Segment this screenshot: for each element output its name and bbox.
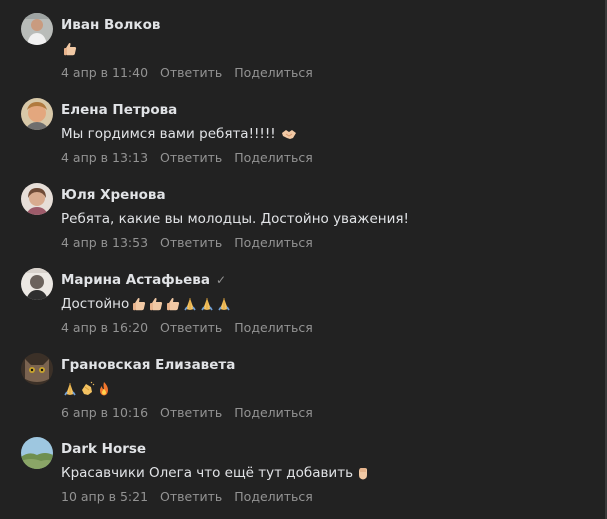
fire-icon xyxy=(96,381,112,397)
comment-item: Марина Астафьева ✓ Достойно 4 апр в 16:2… xyxy=(0,255,604,340)
comment-item: Грановская Елизавета 6 апр в 10:16 Ответ… xyxy=(0,340,604,425)
thumbs-up-icon xyxy=(165,296,181,312)
comment-text: Ребята, какие вы молодцы. Достойно уваже… xyxy=(61,208,409,230)
clapping-hands-icon xyxy=(79,381,95,397)
comment-author[interactable]: Марина Астафьева xyxy=(61,272,210,288)
reply-button[interactable]: Ответить xyxy=(160,320,222,335)
thumbs-up-icon xyxy=(62,41,78,57)
verified-icon: ✓ xyxy=(215,273,226,287)
comment-text-content: Мы гордимся вами ребята!!!!! xyxy=(61,126,276,142)
comment-date[interactable]: 4 апр в 11:40 xyxy=(61,65,148,80)
handshake-icon xyxy=(281,126,297,142)
thumbs-up-icon xyxy=(131,296,147,312)
comment-item: Юля Хренова Ребята, какие вы молодцы. До… xyxy=(0,170,604,255)
comment-item: Иван Волков 4 апр в 11:40 Ответить Подел… xyxy=(0,0,604,85)
comment-item: Елена Петрова Мы гордимся вами ребята!!!… xyxy=(0,85,604,170)
share-button[interactable]: Поделиться xyxy=(234,320,313,335)
comment-author[interactable]: Иван Волков xyxy=(61,17,160,33)
comment-text: Достойно xyxy=(61,293,232,315)
thumbs-up-icon xyxy=(148,296,164,312)
comment-author[interactable]: Грановская Елизавета xyxy=(61,357,235,373)
share-button[interactable]: Поделиться xyxy=(234,150,313,165)
share-button[interactable]: Поделиться xyxy=(234,405,313,420)
comment-text: Мы гордимся вами ребята!!!!! xyxy=(61,123,297,145)
reply-button[interactable]: Ответить xyxy=(160,235,222,250)
folded-hands-icon xyxy=(182,296,198,312)
comment-author[interactable]: Юля Хренова xyxy=(61,187,166,203)
avatar[interactable] xyxy=(21,98,53,130)
reply-button[interactable]: Ответить xyxy=(160,489,222,504)
comment-text xyxy=(61,378,112,400)
share-button[interactable]: Поделиться xyxy=(234,65,313,80)
folded-hands-icon xyxy=(199,296,215,312)
share-button[interactable]: Поделиться xyxy=(234,235,313,250)
avatar[interactable] xyxy=(21,183,53,215)
share-button[interactable]: Поделиться xyxy=(234,489,313,504)
reply-button[interactable]: Ответить xyxy=(160,150,222,165)
comment-date[interactable]: 10 апр в 5:21 xyxy=(61,489,148,504)
comment-text-content: Достойно xyxy=(61,296,130,312)
avatar[interactable] xyxy=(21,353,53,385)
comment-item: Dark Horse Красавчики Олега что ещё тут … xyxy=(0,424,604,509)
reply-button[interactable]: Ответить xyxy=(160,405,222,420)
avatar[interactable] xyxy=(21,268,53,300)
comment-text-content: Ребята, какие вы молодцы. Достойно уваже… xyxy=(61,211,409,227)
comment-date[interactable]: 6 апр в 10:16 xyxy=(61,405,148,420)
comment-text-content: Красавчики Олега что ещё тут добавить xyxy=(61,465,354,481)
comment-author[interactable]: Dark Horse xyxy=(61,441,146,457)
avatar[interactable] xyxy=(21,13,53,45)
comment-author[interactable]: Елена Петрова xyxy=(61,102,177,118)
comment-text xyxy=(61,38,78,60)
reply-button[interactable]: Ответить xyxy=(160,65,222,80)
folded-hands-icon xyxy=(62,381,78,397)
raised-fist-icon xyxy=(355,465,371,481)
comment-date[interactable]: 4 апр в 13:13 xyxy=(61,150,148,165)
comment-date[interactable]: 4 апр в 16:20 xyxy=(61,320,148,335)
comment-date[interactable]: 4 апр в 13:53 xyxy=(61,235,148,250)
folded-hands-icon xyxy=(216,296,232,312)
comment-text: Красавчики Олега что ещё тут добавить xyxy=(61,462,371,484)
avatar[interactable] xyxy=(21,437,53,469)
